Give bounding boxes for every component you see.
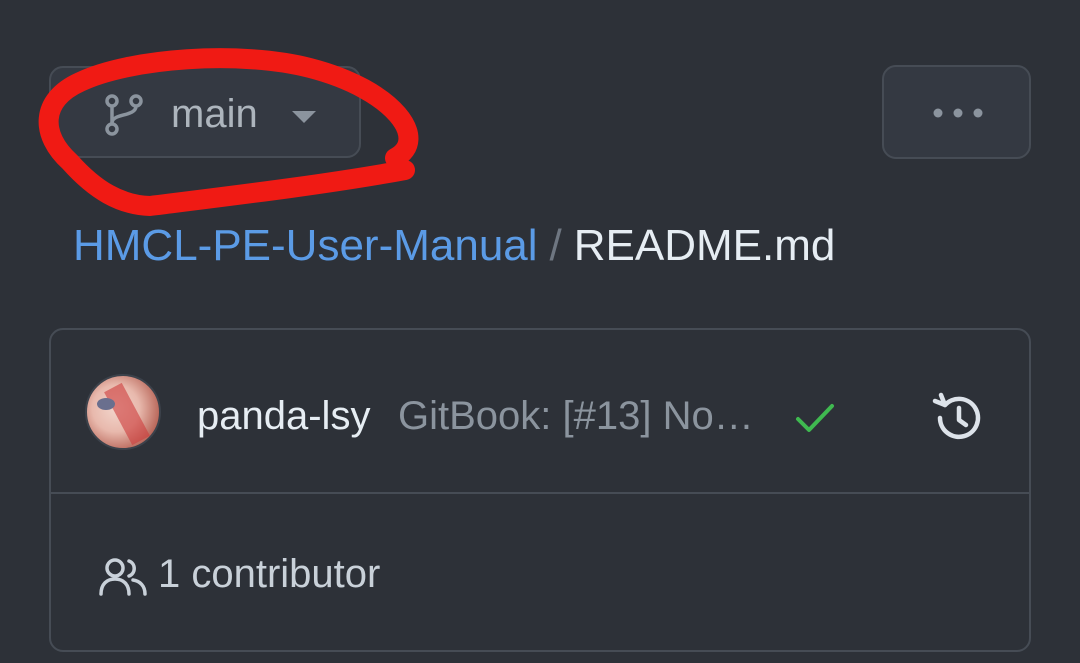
latest-commit-box: panda-lsy GitBook: [#13] No… 1 contribut…: [49, 328, 1031, 652]
contributors-row[interactable]: 1 contributor: [51, 494, 1029, 650]
file-view-page: main HMCL-PE-User-Manual / README.md panda…: [0, 0, 1080, 663]
avatar[interactable]: [85, 374, 161, 450]
caret-down-icon: [292, 111, 316, 123]
kebab-horizontal-icon: [933, 108, 983, 118]
breadcrumb-file-name: README.md: [573, 221, 836, 270]
branch-selector-button[interactable]: main: [49, 66, 361, 158]
branch-name: main: [171, 92, 258, 136]
commit-message[interactable]: GitBook: [#13] No…: [398, 392, 766, 440]
check-icon: [796, 404, 834, 432]
breadcrumb-separator: /: [549, 221, 562, 270]
history-icon[interactable]: [931, 392, 983, 444]
commit-author[interactable]: panda-lsy: [197, 392, 370, 440]
breadcrumb-repo-link[interactable]: HMCL-PE-User-Manual: [73, 221, 538, 270]
contributors-count: 1 contributor: [158, 552, 381, 596]
people-icon: [99, 558, 147, 596]
breadcrumb: HMCL-PE-User-Manual / README.md: [73, 218, 835, 274]
latest-commit-row: panda-lsy GitBook: [#13] No…: [51, 330, 1029, 494]
more-options-button[interactable]: [882, 65, 1031, 159]
git-branch-icon: [105, 94, 143, 136]
